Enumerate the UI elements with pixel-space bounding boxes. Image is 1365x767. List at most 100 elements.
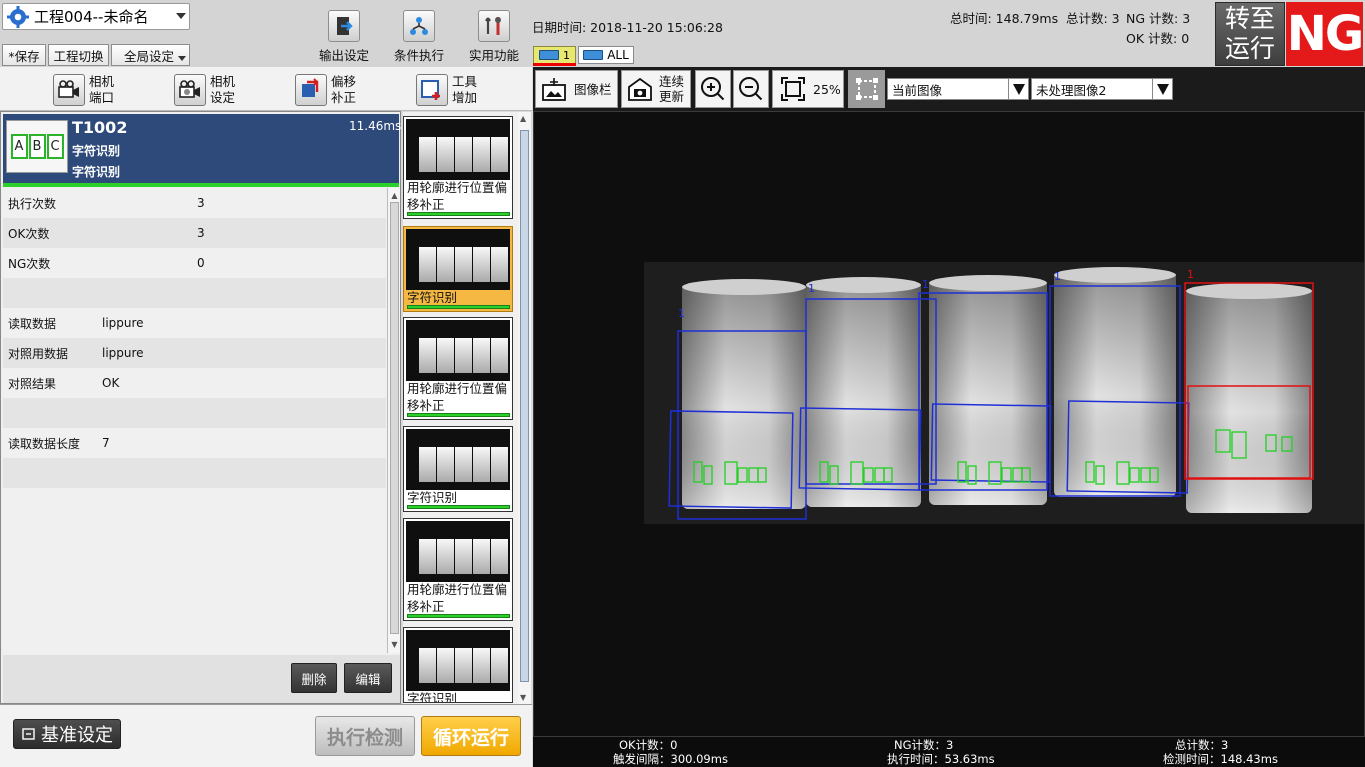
tool-thumbnail[interactable]: 字符识别 xyxy=(403,426,513,512)
thumbnail-image xyxy=(406,630,510,691)
save-button[interactable]: *保存 xyxy=(2,44,46,66)
product-cup-rim xyxy=(1186,283,1312,299)
total-count: 总计数: 3 xyxy=(1066,11,1120,26)
thumbnail-label: 字符识别 xyxy=(407,290,458,305)
camera-settings-line2: 设定 xyxy=(210,90,236,105)
processed-image-select[interactable]: 未处理图像2 xyxy=(1031,78,1173,100)
ng-count: NG 计数: 3 xyxy=(1126,11,1191,26)
offset-correction-icon xyxy=(295,74,327,106)
property-scrollbar[interactable]: ▲ ▼ xyxy=(387,188,400,653)
conditional-exec-button[interactable]: 条件执行 xyxy=(384,10,454,63)
property-key: NG次数 xyxy=(8,256,51,271)
tool-status-bar xyxy=(3,183,399,187)
tool-thumbnail[interactable]: 用轮廓进行位置偏移补正 xyxy=(403,518,513,621)
ocr-tool-icon: A B C xyxy=(6,120,68,173)
camera-port-button[interactable]: 相机 端口 xyxy=(53,73,114,107)
property-row[interactable]: 读取数据 lippure xyxy=(3,308,386,338)
chevron-down-icon xyxy=(178,56,186,61)
tool-thumbnail[interactable]: 用轮廓进行位置偏移补正 xyxy=(403,116,513,219)
tool-thumbnail[interactable]: 用轮廓进行位置偏移补正 xyxy=(403,317,513,420)
delete-button[interactable]: 删除 xyxy=(291,663,337,693)
edit-button[interactable]: 编辑 xyxy=(344,663,392,693)
scroll-down-icon[interactable]: ▼ xyxy=(390,639,399,651)
scroll-up-icon[interactable]: ▲ xyxy=(520,114,529,123)
fit-screen-icon xyxy=(781,77,805,101)
tool-thumbnail[interactable]: 字符识别 xyxy=(403,226,513,312)
camera-icon xyxy=(539,50,559,60)
property-row[interactable]: 对照结果 OK xyxy=(3,368,386,398)
image-source-value: 当前图像 xyxy=(892,82,943,98)
output-settings-label: 输出设定 xyxy=(318,48,369,63)
property-row[interactable]: 对照用数据 lippure xyxy=(3,338,386,368)
property-value: 0 xyxy=(197,256,205,270)
project-selector[interactable]: 工程004--未命名 xyxy=(2,3,190,30)
fit-zoom-button[interactable]: 25% xyxy=(772,70,844,108)
footer-ok-count: OK计数：0 xyxy=(619,738,678,752)
conditional-exec-label: 条件执行 xyxy=(393,48,444,63)
go-to-run-line2: 运行 xyxy=(1224,34,1275,63)
thumbnail-image xyxy=(406,429,510,490)
tool-thumbnail[interactable]: 字符识别 xyxy=(403,627,513,703)
scroll-thumb[interactable] xyxy=(390,202,399,634)
property-row[interactable] xyxy=(3,458,386,488)
camera-tab-1[interactable]: 1 xyxy=(533,46,576,64)
roi-index-label: 1 xyxy=(808,282,815,295)
zoom-out-button[interactable] xyxy=(733,70,769,108)
image-source-select[interactable]: 当前图像 xyxy=(887,78,1029,100)
continuous-update-icon xyxy=(628,77,652,101)
property-row[interactable]: NG次数 0 xyxy=(3,248,386,278)
camera-icon xyxy=(583,50,604,60)
tool-name: 字符识别 xyxy=(72,144,121,158)
camera-tab-all[interactable]: ALL xyxy=(578,46,634,64)
property-row[interactable] xyxy=(3,398,386,428)
offset-correction-line1: 偏移 xyxy=(331,74,357,89)
scroll-up-icon[interactable]: ▲ xyxy=(390,190,399,202)
image-viewer[interactable]: 1 1 1 1 1 xyxy=(533,111,1365,737)
scroll-down-icon[interactable]: ▼ xyxy=(520,693,529,702)
continuous-update-button[interactable]: 连续 更新 xyxy=(621,70,691,108)
chevron-down-icon xyxy=(1152,79,1172,99)
camera-settings-icon xyxy=(174,74,206,106)
thumbnail-status-bar xyxy=(407,505,510,509)
thumbnail-image xyxy=(406,320,510,381)
global-settings-button[interactable]: 全局设定 xyxy=(111,44,190,66)
roi-select-button[interactable] xyxy=(848,70,885,108)
offset-correction-button[interactable]: 偏移 补正 xyxy=(295,73,356,107)
execute-detection-button[interactable]: 执行检测 xyxy=(315,716,415,756)
scroll-thumb[interactable] xyxy=(520,130,529,682)
utility-tools-button[interactable]: 实用功能 xyxy=(459,10,529,63)
camera-tab-1-underline xyxy=(533,63,576,66)
add-tool-button[interactable]: 工具 增加 xyxy=(416,73,477,107)
product-cup-rim xyxy=(682,279,806,295)
property-row[interactable]: OK次数 3 xyxy=(3,218,386,248)
product-cup-shade xyxy=(929,280,1047,505)
camera-settings-button[interactable]: 相机 设定 xyxy=(174,73,235,107)
thumbnail-image xyxy=(406,119,510,180)
thumbnail-status-bar xyxy=(407,305,510,309)
image-bar-button[interactable]: 图像栏 xyxy=(535,70,618,108)
offset-correction-line2: 补正 xyxy=(331,90,357,105)
image-bar-label: 图像栏 xyxy=(574,81,612,97)
thumbnail-scrollbar[interactable]: ▲ ▼ xyxy=(518,112,531,704)
thumbnail-status-bar xyxy=(407,614,510,618)
footer-total-count: 总计数：3 xyxy=(1175,738,1229,752)
output-settings-button[interactable]: 输出设定 xyxy=(309,10,379,63)
property-row[interactable] xyxy=(3,278,386,308)
add-tool-icon xyxy=(416,74,448,106)
processed-image-value: 未处理图像2 xyxy=(1036,82,1107,98)
loop-run-button[interactable]: 循环运行 xyxy=(421,716,521,756)
ok-count: OK 计数: 0 xyxy=(1126,31,1190,46)
thumbnail-status-bar xyxy=(407,413,510,417)
roi-index-label: 1 xyxy=(678,307,685,320)
go-to-run-button[interactable]: 转至 运行 xyxy=(1215,2,1285,66)
property-row[interactable]: 执行次数 3 xyxy=(3,188,386,218)
zoom-in-button[interactable] xyxy=(695,70,731,108)
project-switch-button[interactable]: 工程切换 xyxy=(48,44,109,66)
property-row[interactable]: 读取数据长度 7 xyxy=(3,428,386,458)
baseline-settings-button[interactable]: 基准设定 xyxy=(13,719,121,749)
property-value: lippure xyxy=(102,346,144,360)
camera-tab-all-label: ALL xyxy=(607,48,629,62)
chevron-down-icon xyxy=(176,13,186,19)
product-cup-shade xyxy=(1054,272,1176,497)
ng-index-label: 1 xyxy=(1187,268,1194,281)
